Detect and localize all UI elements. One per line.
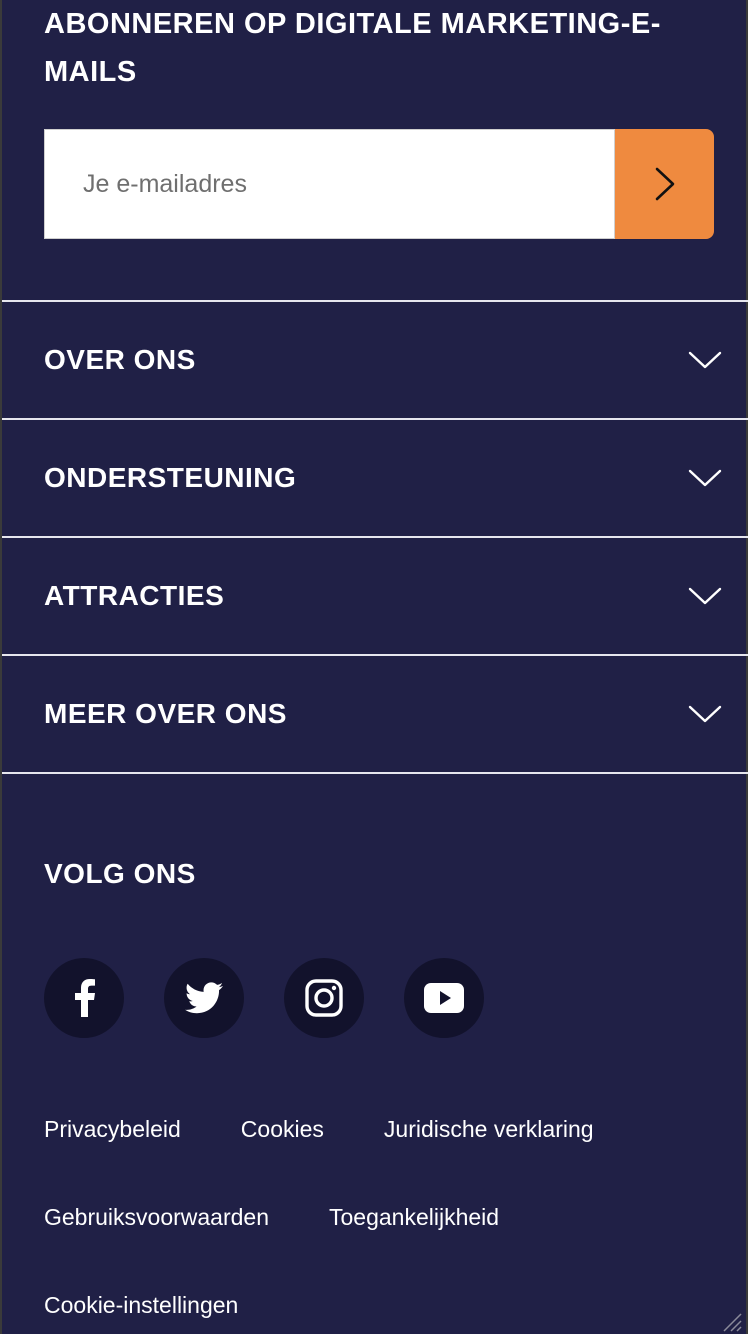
accordion-item-attracties[interactable]: ATTRACTIES: [2, 536, 748, 654]
chevron-down-icon: [688, 351, 722, 369]
newsletter-form: [44, 129, 714, 239]
follow-us-title: VOLG ONS: [44, 858, 196, 889]
chevron-down-icon: [688, 469, 722, 487]
accordion-label: MEER OVER ONS: [44, 698, 287, 729]
legal-notice-link[interactable]: Juridische verklaring: [384, 1112, 594, 1146]
accordion-item-ondersteuning[interactable]: ONDERSTEUNING: [2, 418, 748, 536]
chevron-down-icon: [688, 587, 722, 605]
accordion-label: OVER ONS: [44, 344, 196, 375]
legal-links: Privacybeleid Cookies Juridische verklar…: [44, 1112, 724, 1322]
instagram-link[interactable]: [284, 958, 364, 1038]
twitter-link[interactable]: [164, 958, 244, 1038]
twitter-icon: [185, 982, 223, 1014]
youtube-link[interactable]: [404, 958, 484, 1038]
accordion-label: ATTRACTIES: [44, 580, 225, 611]
chevron-down-icon: [688, 705, 722, 723]
subscribe-title: ABONNEREN OP DIGITALE MARKETING-E-MAILS: [44, 8, 661, 88]
cookies-link[interactable]: Cookies: [241, 1112, 324, 1146]
facebook-link[interactable]: [44, 958, 124, 1038]
accordion-label: ONDERSTEUNING: [44, 462, 297, 493]
instagram-icon: [305, 979, 343, 1017]
email-input[interactable]: [44, 129, 615, 239]
social-links: [44, 958, 484, 1038]
resize-grip-icon[interactable]: [720, 1310, 742, 1332]
footer-panel: ABONNEREN OP DIGITALE MARKETING-E-MAILS …: [0, 0, 748, 1334]
facebook-icon: [75, 979, 95, 1017]
accordion-item-meer-over-ons[interactable]: MEER OVER ONS: [2, 654, 748, 774]
accessibility-link[interactable]: Toegankelijkheid: [329, 1200, 499, 1234]
accordion-item-over-ons[interactable]: OVER ONS: [2, 300, 748, 418]
cookie-settings-link[interactable]: Cookie-instellingen: [44, 1288, 238, 1322]
footer-accordion: OVER ONS ONDERSTEUNING ATTRACTIES MEER O…: [2, 300, 748, 774]
terms-of-use-link[interactable]: Gebruiksvoorwaarden: [44, 1200, 269, 1234]
privacy-policy-link[interactable]: Privacybeleid: [44, 1112, 181, 1146]
subscribe-submit-button[interactable]: [615, 129, 714, 239]
chevron-right-icon: [655, 167, 674, 201]
youtube-icon: [424, 983, 464, 1013]
